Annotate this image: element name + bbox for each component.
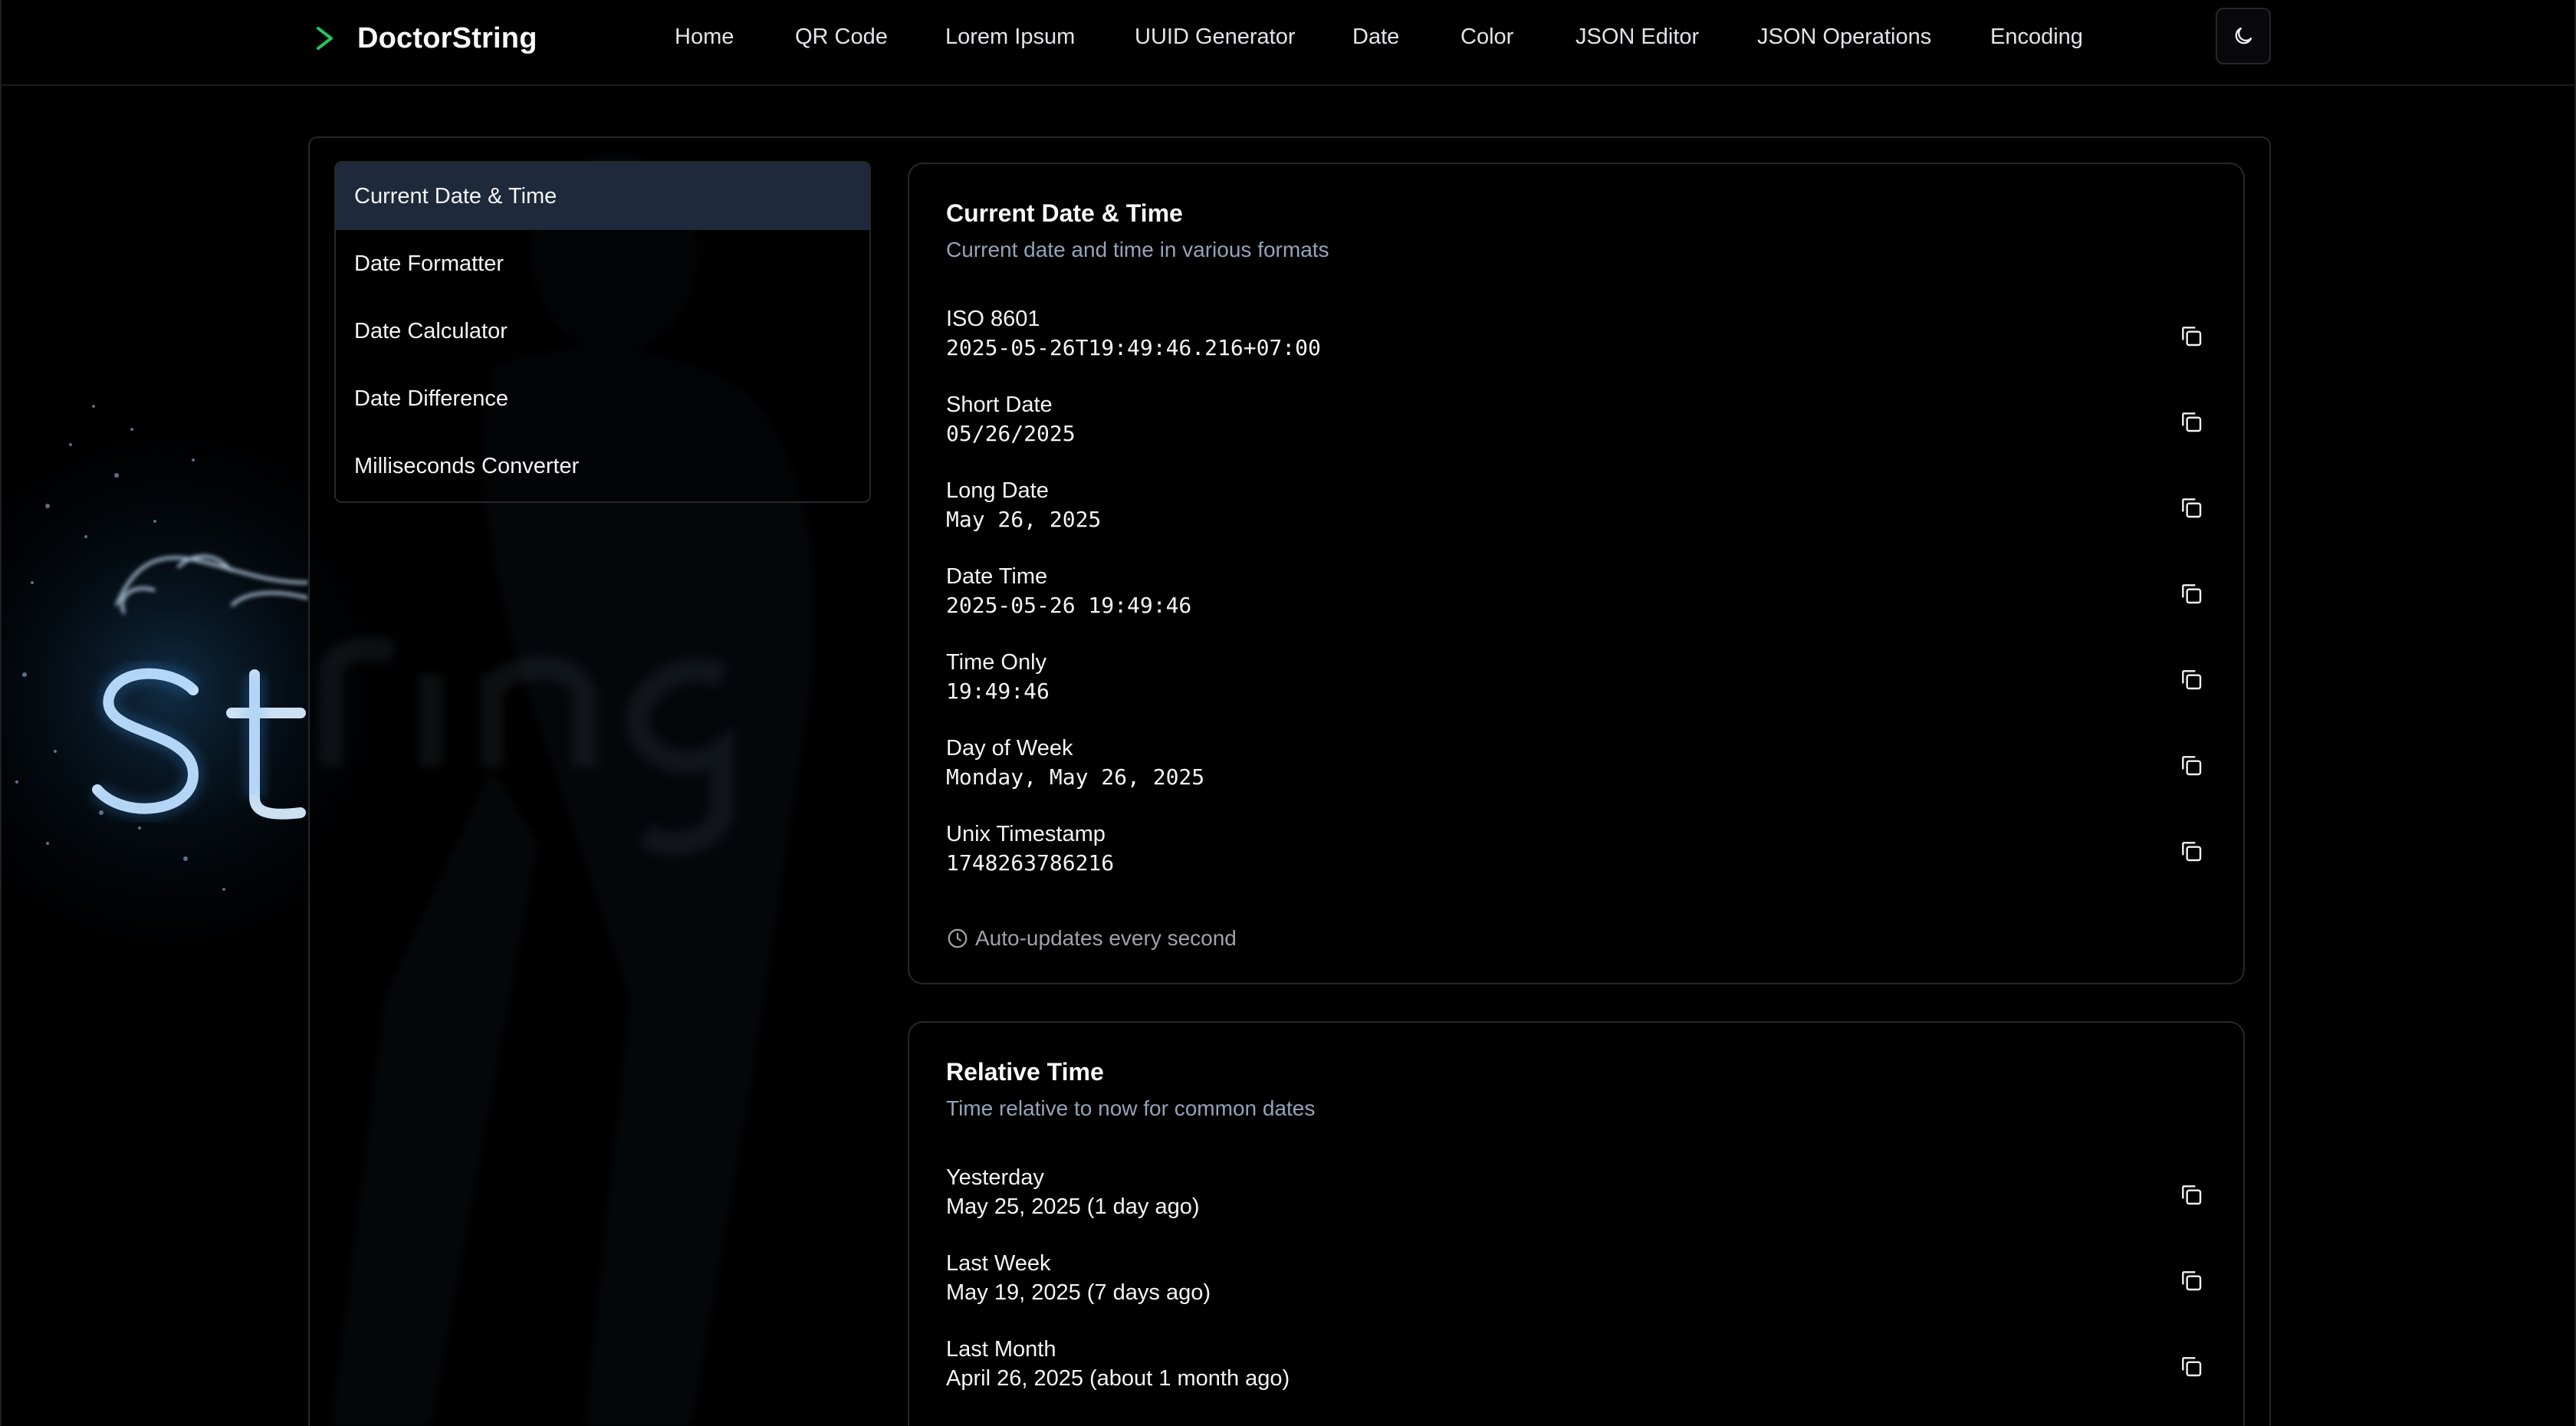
row-value: May 19, 2025 (7 days ago) [946,1280,1211,1305]
row-value: Monday, May 26, 2025 [946,764,1205,790]
copy-icon [2182,327,2202,347]
copy-button[interactable] [2171,1346,2211,1386]
row-label: Time Only [946,650,1047,675]
row-value: 2025-05-26 19:49:46 [946,593,1192,618]
sidebar-item-label: Current Date & Time [354,183,557,209]
card-description: Time relative to now for common dates [946,1096,1316,1120]
row-label: Yesterday [946,1165,1044,1190]
sidebar-item-current-date-time[interactable]: Current Date & Time [336,163,869,230]
nav-json-editor[interactable]: JSON Editor [1576,21,1699,52]
card-title: Current Date & Time [946,199,1183,227]
sidebar-item-label: Milliseconds Converter [354,453,580,478]
clock-icon [948,928,968,948]
copy-icon [2182,1271,2202,1291]
nav-lorem-ipsum[interactable]: Lorem Ipsum [945,21,1075,52]
copy-button[interactable] [2171,488,2211,527]
row-label: Unix Timestamp [946,822,1106,846]
sidebar-item-label: Date Formatter [354,251,504,276]
copy-button[interactable] [2171,1260,2211,1300]
copy-icon [2182,756,2202,776]
nav-home[interactable]: Home [675,21,734,52]
copy-button[interactable] [2171,745,2211,785]
format-row-short-date: Short Date 05/26/2025 [946,391,2211,460]
brand-logo[interactable]: DoctorString [314,17,537,60]
nav-qr-code[interactable]: QR Code [795,21,888,52]
sidebar-item-date-difference[interactable]: Date Difference [336,365,869,432]
relative-row-last-week: Last Week May 19, 2025 (7 days ago) [946,1250,2211,1319]
card-title: Relative Time [946,1058,1104,1086]
row-value: May 25, 2025 (1 day ago) [946,1194,1200,1219]
copy-icon [2182,1357,2202,1377]
copy-button[interactable] [2171,573,2211,613]
copy-icon [2182,670,2202,690]
nav-json-operations[interactable]: JSON Operations [1757,21,1931,52]
row-value: April 26, 2025 (about 1 month ago) [946,1366,1290,1391]
relative-row-yesterday: Yesterday May 25, 2025 (1 day ago) [946,1164,2211,1233]
copy-icon [2182,842,2202,862]
row-label: Short Date [946,393,1053,417]
current-date-time-card: Current Date & Time Current date and tim… [908,163,2245,984]
copy-icon [2182,412,2202,432]
format-row-time-only: Time Only 19:49:46 [946,649,2211,718]
copy-icon [2182,1185,2202,1205]
row-label: Long Date [946,478,1049,503]
top-navbar: DoctorString Home QR Code Lorem Ipsum UU… [2,0,2574,86]
format-row-date-time: Date Time 2025-05-26 19:49:46 [946,563,2211,632]
sidebar-item-date-calculator[interactable]: Date Calculator [336,297,869,365]
row-value: 1748263786216 [946,850,1115,876]
auto-update-note: Auto-updates every second [946,923,1237,954]
row-label: Day of Week [946,736,1073,761]
row-label: Last Month [946,1337,1056,1362]
copy-icon [2182,498,2202,518]
copy-icon [2182,584,2202,604]
format-row-long-date: Long Date May 26, 2025 [946,477,2211,546]
row-label: Last Week [946,1251,1051,1276]
brand-name: DoctorString [357,21,537,54]
moon-icon [2235,27,2252,44]
sidebar-item-label: Date Calculator [354,318,508,343]
relative-row-last-month: Last Month April 26, 2025 (about 1 month… [946,1336,2211,1405]
row-value: May 26, 2025 [946,507,1102,532]
copy-button[interactable] [2171,316,2211,356]
sidebar-item-milliseconds-converter[interactable]: Milliseconds Converter [336,432,869,500]
auto-update-text: Auto-updates every second [975,926,1237,950]
copy-button[interactable] [2171,1175,2211,1214]
card-description: Current date and time in various formats [946,238,1329,261]
nav-color[interactable]: Color [1460,21,1513,52]
format-row-unix-timestamp: Unix Timestamp 1748263786216 [946,820,2211,889]
row-label: ISO 8601 [946,307,1040,331]
row-value: 19:49:46 [946,678,1050,704]
format-row-day-of-week: Day of Week Monday, May 26, 2025 [946,734,2211,803]
row-label: Date Time [946,564,1048,589]
app-root: DoctorString Home QR Code Lorem Ipsum UU… [0,0,2576,1426]
sidebar-item-date-formatter[interactable]: Date Formatter [336,230,869,297]
copy-button[interactable] [2171,659,2211,699]
row-value: 05/26/2025 [946,421,1076,446]
nav-uuid-generator[interactable]: UUID Generator [1135,21,1296,52]
format-row-iso8601: ISO 8601 2025-05-26T19:49:46.216+07:00 [946,305,2211,374]
copy-button[interactable] [2171,402,2211,442]
copy-button[interactable] [2171,831,2211,871]
date-tools-sidebar: Current Date & Time Date Formatter Date … [334,161,871,503]
relative-time-card: Relative Time Time relative to now for c… [908,1021,2245,1426]
chevron-right-logo-icon [317,27,333,50]
row-value: 2025-05-26T19:49:46.216+07:00 [946,335,1321,360]
sidebar-item-label: Date Difference [354,386,508,411]
nav-encoding[interactable]: Encoding [1990,21,2083,52]
nav-date[interactable]: Date [1352,21,1399,52]
theme-toggle-button[interactable] [2216,8,2271,64]
